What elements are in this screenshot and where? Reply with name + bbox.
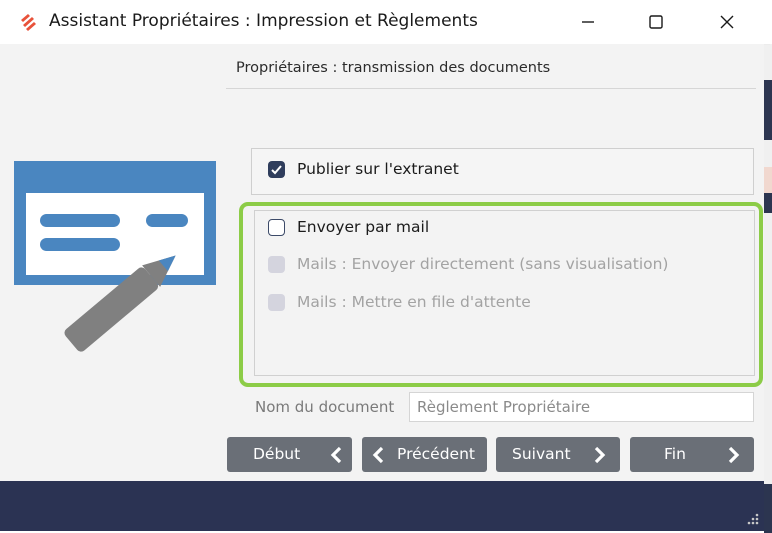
extranet-checkbox[interactable] (268, 161, 285, 178)
send-mail-checkbox[interactable] (268, 219, 285, 236)
chevron-right-icon (728, 446, 740, 464)
background-strip (764, 167, 772, 193)
app-logo-icon (17, 11, 39, 33)
footer-bar (0, 481, 764, 531)
mail-queue-checkbox (268, 294, 285, 311)
next-button-label: Suivant (512, 445, 571, 463)
send-mail-label[interactable]: Envoyer par mail (297, 218, 429, 236)
resize-grip-icon[interactable] (744, 510, 760, 526)
background-strip (764, 193, 772, 213)
background-strip (764, 80, 772, 140)
minimize-icon (582, 21, 594, 23)
close-icon (720, 15, 734, 29)
section-divider (226, 88, 756, 89)
mail-direct-checkbox (268, 256, 285, 273)
title-bar[interactable]: Assistant Propriétaires : Impression et … (0, 0, 770, 45)
maximize-button[interactable] (634, 6, 678, 38)
background-strip (764, 484, 772, 533)
chevron-right-icon (594, 446, 606, 464)
previous-button-label: Précédent (397, 445, 475, 463)
previous-button[interactable]: Précédent (362, 437, 487, 472)
card-with-pencil-icon (14, 161, 216, 352)
maximize-icon (649, 15, 663, 29)
close-button[interactable] (705, 6, 749, 38)
document-name-label: Nom du document (255, 398, 395, 416)
chevron-left-icon (330, 446, 342, 464)
window-title: Assistant Propriétaires : Impression et … (49, 11, 478, 31)
end-button-label: Fin (664, 445, 686, 463)
extranet-label[interactable]: Publier sur l'extranet (297, 160, 459, 178)
section-title: Propriétaires : transmission des documen… (236, 60, 551, 76)
mail-queue-label: Mails : Mettre en file d'attente (297, 293, 531, 311)
checkmark-icon (271, 165, 282, 175)
mail-direct-label: Mails : Envoyer directement (sans visual… (297, 255, 669, 273)
chevron-left-icon (372, 446, 384, 464)
next-button[interactable]: Suivant (496, 437, 620, 472)
document-name-input[interactable] (409, 392, 754, 422)
end-button[interactable]: Fin (630, 437, 754, 472)
start-button[interactable]: Début (227, 437, 352, 472)
minimize-button[interactable] (566, 6, 610, 38)
start-button-label: Début (253, 445, 301, 463)
